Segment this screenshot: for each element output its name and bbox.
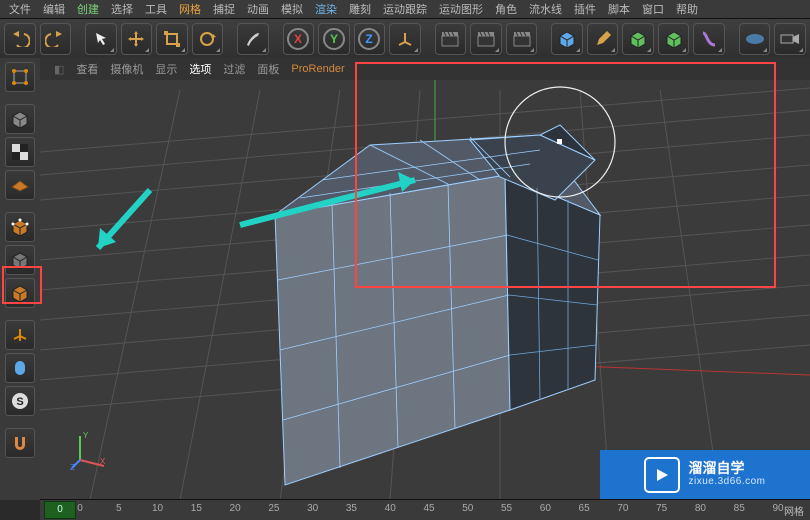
timeline[interactable]: 0 051015202530354045505560657075808590 网…	[40, 499, 810, 520]
svg-text:S: S	[16, 396, 23, 408]
workplane-icon[interactable]	[5, 170, 35, 200]
model-mode-icon[interactable]	[5, 104, 35, 134]
menu-插件[interactable]: 插件	[569, 0, 601, 18]
menu-文件[interactable]: 文件	[4, 0, 36, 18]
menu-编辑[interactable]: 编辑	[38, 0, 70, 18]
watermark-sub: zixue.3d66.com	[688, 475, 765, 489]
axis-y-icon[interactable]: Y	[318, 23, 350, 55]
snap-icon[interactable]: S	[5, 386, 35, 416]
watermark-title: 溜溜自学	[688, 461, 765, 475]
generator-icon[interactable]	[622, 23, 654, 55]
render-view-icon[interactable]	[435, 23, 467, 55]
axis-z-icon[interactable]: Z	[354, 23, 386, 55]
rotate-icon[interactable]	[192, 23, 224, 55]
menu-运动图形[interactable]: 运动图形	[434, 0, 488, 18]
camera-icon[interactable]	[774, 23, 806, 55]
tick-25: 25	[268, 503, 279, 514]
main-toolbar: X Y Z	[0, 18, 810, 60]
texture-mode-icon[interactable]	[5, 137, 35, 167]
timeline-ruler[interactable]: 051015202530354045505560657075808590	[80, 500, 778, 520]
redo-icon[interactable]	[40, 23, 72, 55]
menu-捕捉[interactable]: 捕捉	[208, 0, 240, 18]
viewport-menu: ◧ 查看摄像机显示选项过滤面板 ProRender	[40, 58, 810, 81]
menu-动画[interactable]: 动画	[242, 0, 274, 18]
axis-x-icon[interactable]: X	[283, 23, 315, 55]
render-pv-icon[interactable]	[470, 23, 502, 55]
vpmenu-摄像机[interactable]: 摄像机	[110, 61, 143, 77]
tick-65: 65	[579, 503, 590, 514]
menu-选择[interactable]: 选择	[106, 0, 138, 18]
watermark: 溜溜自学 zixue.3d66.com	[600, 450, 810, 500]
tick-45: 45	[423, 503, 434, 514]
scale-icon[interactable]	[156, 23, 188, 55]
svg-text:Z: Z	[366, 32, 373, 46]
viewport-layout-icon[interactable]: ◧	[54, 63, 64, 76]
svg-text:Z: Z	[70, 463, 75, 470]
vpmenu-过滤[interactable]: 过滤	[223, 61, 245, 77]
tick-10: 10	[152, 503, 163, 514]
tick-90: 90	[772, 503, 783, 514]
tick-85: 85	[734, 503, 745, 514]
vpmenu-ProRender[interactable]: ProRender	[291, 63, 344, 75]
make-editable-icon[interactable]	[5, 62, 35, 92]
vpmenu-查看[interactable]: 查看	[76, 61, 98, 77]
svg-text:X: X	[100, 457, 106, 466]
spline-icon[interactable]	[587, 23, 619, 55]
polys-mode-icon[interactable]	[5, 278, 35, 308]
coord-icon[interactable]	[389, 23, 421, 55]
tick-55: 55	[501, 503, 512, 514]
tick-20: 20	[230, 503, 241, 514]
menu-脚本[interactable]: 脚本	[603, 0, 635, 18]
menu-渲染[interactable]: 渲染	[310, 0, 342, 18]
menu-流水线[interactable]: 流水线	[524, 0, 567, 18]
tick-15: 15	[191, 503, 202, 514]
vpmenu-显示[interactable]: 显示	[155, 61, 177, 77]
tick-5: 5	[116, 503, 122, 514]
tick-0: 0	[77, 503, 83, 514]
primitive-icon[interactable]	[551, 23, 583, 55]
timeline-current-frame[interactable]: 0	[44, 501, 76, 519]
enable-axis-icon[interactable]	[5, 320, 35, 350]
tick-35: 35	[346, 503, 357, 514]
svg-text:Y: Y	[330, 32, 338, 46]
move-icon[interactable]	[121, 23, 153, 55]
tick-30: 30	[307, 503, 318, 514]
vpmenu-面板[interactable]: 面板	[257, 61, 279, 77]
menu-窗口[interactable]: 窗口	[637, 0, 669, 18]
tick-40: 40	[385, 503, 396, 514]
viewport-solo-icon[interactable]	[5, 353, 35, 383]
perspective-viewport[interactable]: Y X Z	[40, 80, 810, 500]
menu-网格[interactable]: 网格	[174, 0, 206, 18]
menu-运动跟踪[interactable]: 运动跟踪	[378, 0, 432, 18]
menu-bar: 文件编辑创建选择工具网格捕捉动画模拟渲染雕刻运动跟踪运动图形角色流水线插件脚本窗…	[0, 0, 810, 18]
viewport-canvas	[40, 80, 810, 500]
mode-toolbar: S	[0, 58, 41, 500]
menu-创建[interactable]: 创建	[72, 0, 104, 18]
menu-模拟[interactable]: 模拟	[276, 0, 308, 18]
vpmenu-选项[interactable]: 选项	[189, 61, 211, 77]
tick-75: 75	[656, 503, 667, 514]
undo-icon[interactable]	[4, 23, 36, 55]
tick-70: 70	[617, 503, 628, 514]
deformer-icon[interactable]	[693, 23, 725, 55]
edges-mode-icon[interactable]	[5, 245, 35, 275]
svg-text:X: X	[294, 32, 302, 46]
axis-gizmo: Y X Z	[70, 430, 110, 470]
svg-text:Y: Y	[83, 431, 89, 440]
tick-50: 50	[462, 503, 473, 514]
menu-雕刻[interactable]: 雕刻	[344, 0, 376, 18]
render-settings-icon[interactable]	[506, 23, 538, 55]
tick-80: 80	[695, 503, 706, 514]
green-gen-icon[interactable]	[658, 23, 690, 55]
environment-icon[interactable]	[739, 23, 771, 55]
menu-工具[interactable]: 工具	[140, 0, 172, 18]
live-select-icon[interactable]	[85, 23, 117, 55]
locked-wp-icon[interactable]	[5, 428, 35, 458]
menu-帮助[interactable]: 帮助	[671, 0, 703, 18]
play-icon	[644, 457, 680, 493]
recent-tool-icon[interactable]	[237, 23, 269, 55]
points-mode-icon[interactable]	[5, 212, 35, 242]
tick-60: 60	[540, 503, 551, 514]
menu-角色[interactable]: 角色	[490, 0, 522, 18]
